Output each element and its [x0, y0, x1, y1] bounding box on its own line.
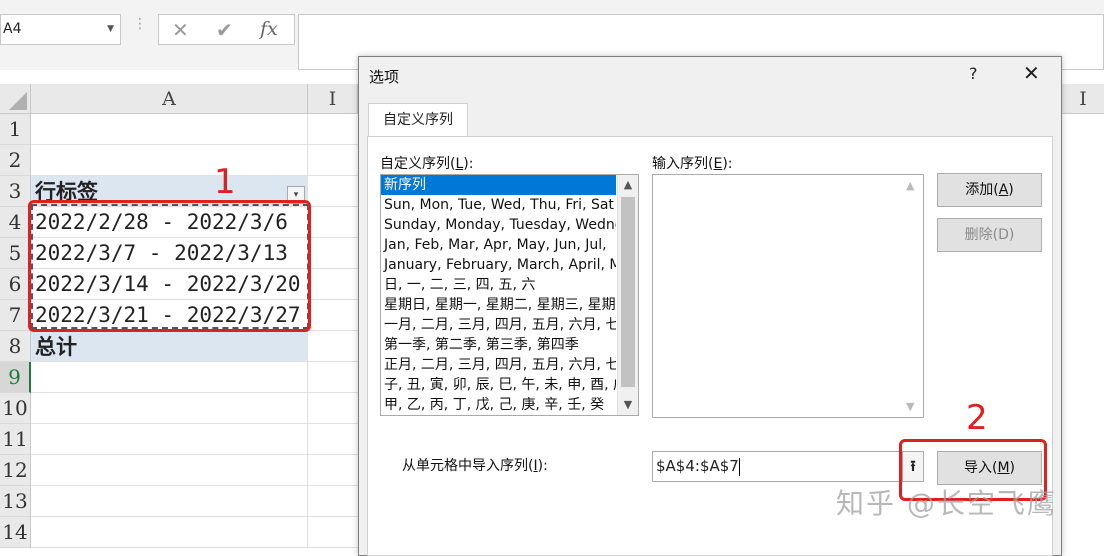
- cell[interactable]: [308, 424, 358, 455]
- row-header[interactable]: 4: [0, 207, 31, 238]
- row-header[interactable]: 1: [0, 114, 31, 145]
- delete-button[interactable]: 删除(D): [937, 218, 1042, 252]
- list-item[interactable]: 甲, 乙, 丙, 丁, 戊, 己, 庚, 辛, 壬, 癸: [381, 395, 616, 415]
- name-box[interactable]: A4 ▼: [0, 14, 121, 45]
- list-item[interactable]: Sun, Mon, Tue, Wed, Thu, Fri, Sat: [381, 195, 616, 215]
- row-header[interactable]: 2: [0, 145, 31, 176]
- cell[interactable]: [31, 424, 308, 455]
- list-item[interactable]: 星期日, 星期一, 星期二, 星期三, 星期四: [381, 295, 616, 315]
- row-header[interactable]: 6: [0, 269, 31, 300]
- chevron-down-icon[interactable]: ▼: [107, 15, 114, 44]
- list-entries-textarea[interactable]: ▲ ▼: [652, 174, 924, 418]
- cell[interactable]: [31, 517, 308, 548]
- annotation-box-1: [28, 200, 311, 332]
- scroll-down-icon[interactable]: ▼: [906, 400, 914, 413]
- insert-function-icon[interactable]: fx: [260, 18, 278, 40]
- grand-total-cell[interactable]: 总计: [31, 331, 308, 362]
- drag-handle-icon[interactable]: ⋮: [133, 17, 147, 31]
- list-item[interactable]: 正月, 二月, 三月, 四月, 五月, 六月, 七: [381, 355, 616, 375]
- import-range-input[interactable]: $A$4:$A$7: [652, 451, 900, 482]
- cell-text: 总计: [35, 334, 77, 359]
- cancel-icon[interactable]: ✕: [172, 18, 189, 42]
- cell[interactable]: [31, 362, 308, 393]
- cell[interactable]: [308, 362, 358, 393]
- dialog-title: 选项: [369, 68, 400, 86]
- cell[interactable]: [308, 455, 358, 486]
- import-label: 从单元格中导入序列(I):: [402, 458, 548, 474]
- formula-tools: ✕ ✔ fx: [158, 14, 295, 45]
- select-all-button[interactable]: [0, 84, 31, 114]
- watermark: 知乎 @长空飞鹰: [836, 487, 1057, 520]
- scroll-down-icon[interactable]: ▼: [618, 395, 638, 415]
- cell[interactable]: [31, 455, 308, 486]
- list-scrollbar[interactable]: ▲ ▼: [617, 175, 638, 415]
- check-icon[interactable]: ✔: [216, 18, 233, 42]
- cell[interactable]: [31, 145, 308, 176]
- cell[interactable]: [31, 393, 308, 424]
- cell[interactable]: [308, 114, 358, 145]
- column-header-i[interactable]: I: [1062, 84, 1104, 114]
- row-header[interactable]: 13: [0, 486, 31, 517]
- cell[interactable]: [308, 269, 358, 300]
- list-item[interactable]: Jan, Feb, Mar, Apr, May, Jun, Jul,: [381, 235, 616, 255]
- row-header[interactable]: 9: [0, 362, 31, 393]
- row-header[interactable]: 14: [0, 517, 31, 548]
- row-header[interactable]: 7: [0, 300, 31, 331]
- list-item[interactable]: 一月, 二月, 三月, 四月, 五月, 六月, 七: [381, 315, 616, 335]
- cell[interactable]: [308, 486, 358, 517]
- cell[interactable]: [308, 300, 358, 331]
- cell[interactable]: [308, 145, 358, 176]
- cell[interactable]: [308, 331, 358, 362]
- name-box-value: A4: [3, 21, 22, 37]
- list-item[interactable]: Sunday, Monday, Tuesday, Wednesday: [381, 215, 616, 235]
- cell[interactable]: [308, 393, 358, 424]
- list-item[interactable]: 日, 一, 二, 三, 四, 五, 六: [381, 275, 616, 295]
- custom-lists-listbox[interactable]: 新序列 Sun, Mon, Tue, Wed, Thu, Fri, Sat Sund…: [380, 174, 639, 416]
- custom-lists-label: 自定义序列(L):: [380, 156, 474, 172]
- row-header[interactable]: 5: [0, 238, 31, 269]
- cell[interactable]: [308, 517, 358, 548]
- column-header-partial[interactable]: I: [308, 84, 358, 114]
- close-icon[interactable]: ✕: [1023, 61, 1040, 85]
- cell[interactable]: [308, 176, 358, 207]
- list-item[interactable]: 新序列: [381, 175, 616, 195]
- tab-custom-lists[interactable]: 自定义序列: [368, 103, 468, 137]
- annotation-number-1: 1: [214, 162, 236, 202]
- scroll-up-icon[interactable]: ▲: [618, 175, 638, 195]
- scroll-up-icon[interactable]: ▲: [906, 179, 914, 192]
- cell[interactable]: [308, 238, 358, 269]
- ribbon-edge: [0, 0, 1104, 14]
- input-list-label: 输入序列(E):: [652, 156, 733, 172]
- scroll-thumb[interactable]: [621, 197, 635, 387]
- list-item[interactable]: 第一季, 第二季, 第三季, 第四季: [381, 335, 616, 355]
- help-icon[interactable]: ?: [969, 64, 978, 83]
- cell[interactable]: [308, 207, 358, 238]
- entries-scrollbar[interactable]: ▲ ▼: [902, 175, 923, 417]
- row-header[interactable]: 10: [0, 393, 31, 424]
- cell[interactable]: [31, 486, 308, 517]
- annotation-number-2: 2: [966, 398, 988, 438]
- row-header[interactable]: 8: [0, 331, 31, 362]
- list-item[interactable]: January, February, March, April, M: [381, 255, 616, 275]
- row-header[interactable]: 12: [0, 455, 31, 486]
- add-button[interactable]: 添加(A): [937, 173, 1042, 207]
- list-item[interactable]: 子, 丑, 寅, 卯, 辰, 巳, 午, 未, 申, 酉, 戌: [381, 375, 616, 395]
- cell[interactable]: [31, 114, 308, 145]
- row-header[interactable]: 11: [0, 424, 31, 455]
- row-header[interactable]: 3: [0, 176, 31, 207]
- column-header-a[interactable]: A: [31, 84, 308, 114]
